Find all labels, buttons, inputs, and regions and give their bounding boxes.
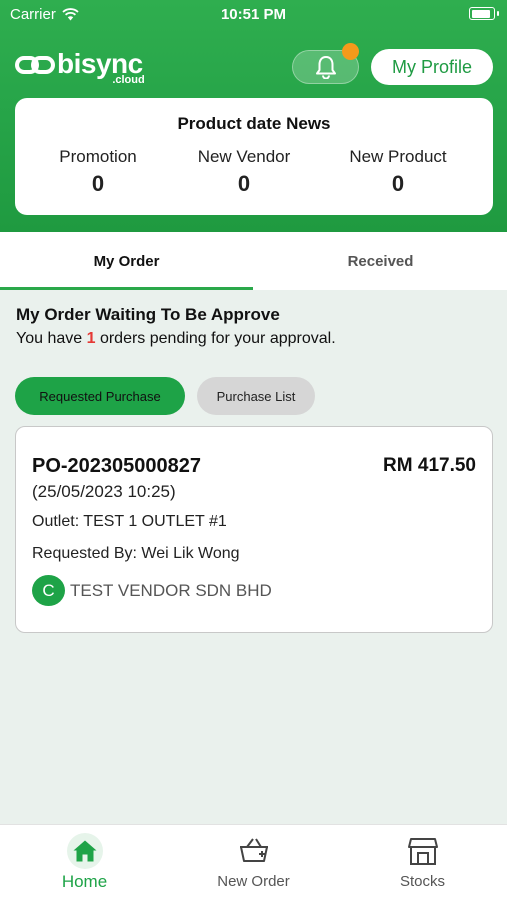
nav-icon-wrap bbox=[66, 833, 103, 869]
summary-suffix: orders pending for your approval. bbox=[95, 330, 336, 347]
requested-purchase-filter[interactable]: Requested Purchase bbox=[15, 377, 185, 415]
product-news-card: Product date News Promotion 0 New Vendor… bbox=[15, 98, 493, 215]
nav-label: New Order bbox=[217, 873, 290, 890]
order-outlet: Outlet: TEST 1 OUTLET #1 bbox=[32, 513, 227, 530]
nav-stocks[interactable]: Stocks bbox=[338, 825, 507, 900]
logo-subtext: .cloud bbox=[112, 74, 145, 86]
stat-value: 0 bbox=[391, 171, 405, 196]
status-bar: Carrier 10:51 PM bbox=[0, 0, 507, 30]
nav-new-order[interactable]: New Order bbox=[169, 825, 338, 900]
pending-summary: You have 1 orders pending for your appro… bbox=[16, 330, 336, 348]
vendor-avatar: C bbox=[32, 575, 65, 606]
stat-value: 0 bbox=[91, 171, 105, 196]
nav-home[interactable]: Home bbox=[0, 825, 169, 900]
vendor-name: TEST VENDOR SDN BHD bbox=[70, 580, 272, 600]
tab-received[interactable]: Received bbox=[254, 232, 507, 290]
po-number: PO-202305000827 bbox=[32, 455, 202, 477]
stat-new-product[interactable]: New Product 0 bbox=[328, 147, 468, 197]
section-title: My Order Waiting To Be Approve bbox=[16, 305, 280, 324]
stat-value: 0 bbox=[237, 171, 251, 196]
stat-label: New Vendor bbox=[197, 147, 291, 166]
stat-new-vendor[interactable]: New Vendor 0 bbox=[174, 147, 314, 197]
order-requested-by: Requested By: Wei Lik Wong bbox=[32, 545, 240, 562]
notification-button[interactable] bbox=[292, 43, 359, 84]
order-tabs: My Order Received bbox=[0, 232, 507, 290]
clock: 10:51 PM bbox=[220, 6, 287, 23]
news-title: Product date News bbox=[177, 114, 331, 133]
stat-promotion[interactable]: Promotion 0 bbox=[28, 147, 168, 197]
bisync-logo: bisync .cloud bbox=[15, 50, 145, 86]
header: Carrier 10:51 PM bisync .cloud My Profil… bbox=[0, 0, 507, 232]
basket-add-icon bbox=[236, 833, 272, 869]
order-date: (25/05/2023 10:25) bbox=[32, 482, 176, 501]
order-amount: RM 417.50 bbox=[383, 455, 476, 476]
summary-prefix: You have bbox=[16, 330, 87, 347]
nav-label: Home bbox=[61, 872, 108, 891]
home-icon bbox=[66, 833, 103, 869]
link-icon bbox=[15, 56, 55, 74]
battery-fill bbox=[471, 9, 491, 18]
purchase-list-filter[interactable]: Purchase List bbox=[197, 377, 315, 415]
nav-label: Stocks bbox=[399, 873, 445, 890]
vendor: C TEST VENDOR SDN BHD bbox=[32, 575, 272, 606]
order-card[interactable]: PO-202305000827 RM 417.50 (25/05/2023 10… bbox=[15, 426, 493, 633]
my-profile-button[interactable]: My Profile bbox=[371, 49, 493, 85]
store-icon bbox=[405, 833, 441, 869]
pending-count: 1 bbox=[86, 330, 96, 347]
tab-my-order[interactable]: My Order bbox=[0, 232, 253, 290]
bell-icon bbox=[315, 56, 336, 79]
battery-icon bbox=[469, 7, 499, 20]
stat-label: New Product bbox=[349, 147, 447, 166]
notification-badge bbox=[342, 43, 359, 60]
bottom-nav: Home New Order Stocks bbox=[0, 824, 507, 900]
stat-label: Promotion bbox=[59, 147, 137, 166]
